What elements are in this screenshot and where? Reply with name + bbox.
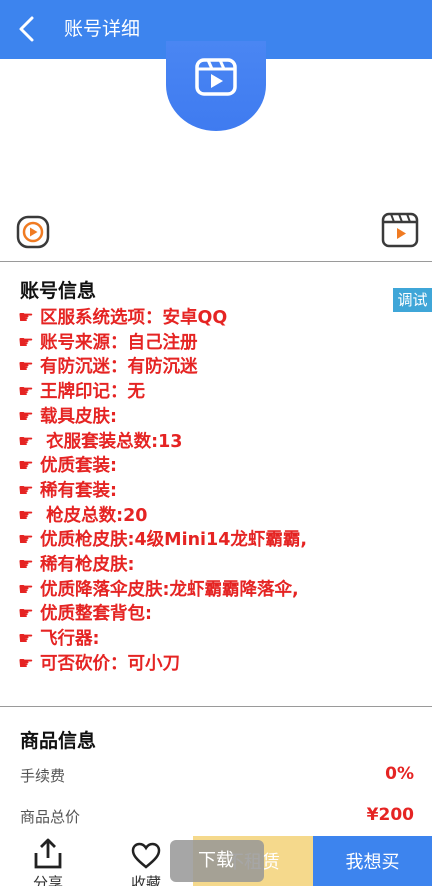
pointing-hand-icon: ☛ (18, 308, 34, 328)
favorite-label: 收藏 (130, 874, 161, 886)
share-icon (34, 838, 62, 869)
video-thumbnail[interactable] (166, 41, 266, 131)
pointing-hand-icon: ☛ (18, 480, 34, 501)
pointing-hand-icon: ☛ (18, 332, 34, 353)
pointing-hand-icon: ☛ (18, 555, 34, 576)
info-line: ☛ 优质整套背包: (18, 602, 418, 627)
pointing-hand-icon: ☛ (18, 653, 34, 674)
pointing-hand-icon: ☛ (18, 629, 34, 650)
pointing-hand-icon: ☛ (18, 406, 34, 427)
info-line: ☛ 稀有枪皮肤: (18, 553, 418, 578)
want-to-buy-button[interactable]: 我想买 (313, 836, 432, 886)
info-line: ☛ 可否砍价：可小刀 (18, 652, 418, 677)
info-line: ☛ 衣服套装总数:13 (18, 430, 418, 455)
video-clip-icon[interactable] (381, 211, 419, 253)
info-line: ☛ 区服系统选项：安卓QQ (18, 306, 418, 331)
heart-icon (131, 842, 161, 869)
pointing-hand-icon: ☛ (18, 431, 34, 452)
account-info-title: 账号信息 (20, 280, 97, 302)
info-line: ☛ 优质套装: (18, 454, 418, 479)
back-arrow-icon[interactable] (14, 14, 42, 44)
media-area (0, 41, 432, 261)
account-info-list: ☛ 区服系统选项：安卓QQ ☛ 账号来源：自己注册 ☛ 有防沉迷：有防沉迷 ☛ 王牌印记… (18, 306, 418, 677)
download-floating-button[interactable]: 下载 (170, 840, 264, 882)
fee-label: 手续费 (20, 767, 66, 785)
info-line: ☛ 有防沉迷：有防沉迷 (18, 355, 418, 380)
pointing-hand-icon: ☛ (18, 357, 34, 378)
play-circle-icon[interactable] (16, 215, 50, 253)
info-line: ☛ 载具皮肤: (18, 405, 418, 430)
pointing-hand-icon: ☛ (18, 579, 34, 600)
divider (0, 706, 432, 707)
total-price-value: ¥200 (366, 805, 414, 825)
pointing-hand-icon: ☛ (18, 604, 34, 625)
info-line: ☛ 账号来源：自己注册 (18, 331, 418, 356)
info-line: ☛ 枪皮总数:20 (18, 504, 418, 529)
fee-value: 0% (385, 764, 414, 784)
divider (0, 261, 432, 262)
info-line: ☛ 飞行器: (18, 627, 418, 652)
pointing-hand-icon: ☛ (18, 456, 34, 477)
info-line: ☛ 王牌印记：无 (18, 380, 418, 405)
pointing-hand-icon: ☛ (18, 382, 34, 403)
info-line: ☛ 优质降落伞皮肤:龙虾霸霸降落伞, (18, 578, 418, 603)
pointing-hand-icon: ☛ (18, 530, 34, 551)
info-line: ☛ 稀有套装: (18, 479, 418, 504)
info-line: ☛ 优质枪皮肤:4级Mini14龙虾霸霸, (18, 528, 418, 553)
total-price-label: 商品总价 (20, 808, 81, 826)
video-play-icon (195, 58, 237, 96)
share-label: 分享 (32, 874, 63, 886)
pointing-hand-icon: ☛ (18, 505, 34, 526)
page-title: 账号详细 (64, 18, 141, 40)
goods-info-title: 商品信息 (20, 730, 97, 752)
